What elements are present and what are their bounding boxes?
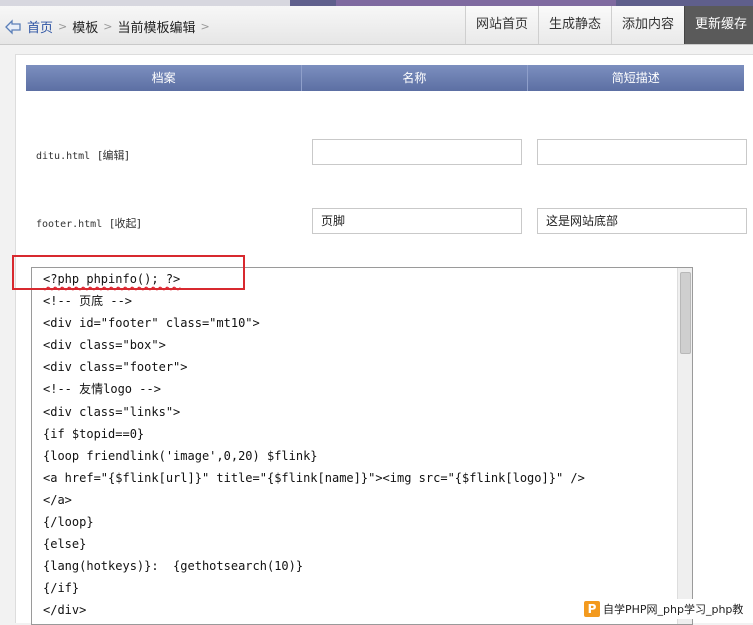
vertical-scrollbar[interactable]: [677, 268, 692, 624]
edit-link[interactable]: [编辑]: [98, 149, 129, 162]
code-line: <!-- 页底 -->: [43, 294, 133, 309]
code-line: {loop friendlink('image',0,20) $flink}: [43, 448, 318, 463]
watermark: P 自学PHP网_php学习_php教: [582, 599, 753, 619]
column-header-file: 档案: [26, 65, 303, 91]
code-line: {/loop}: [43, 515, 94, 530]
column-header-name: 名称: [302, 65, 528, 91]
code-line: </div>: [43, 603, 87, 618]
file-name: footer.html: [36, 219, 103, 230]
breadcrumb: 首页 > 模板 > 当前模板编辑 >: [4, 17, 215, 36]
code-line: {lang(hotkeys)}: {gethotsearch(10)}: [43, 559, 304, 574]
code-line: <div class="links">: [43, 404, 181, 419]
code-line: <a href="{$flink[url]}" title="{$flink[n…: [43, 470, 585, 485]
breadcrumb-separator: >: [58, 20, 68, 33]
description-input[interactable]: 这是网站底部: [537, 208, 747, 234]
table-row-file-label: footer.html [收起]: [36, 215, 141, 231]
template-editor-panel: 档案 名称 简短描述 ditu.html [编辑] footer.html [收起]…: [15, 54, 753, 625]
watermark-text: 自学PHP网_php学习_php教: [603, 603, 744, 616]
code-line: {/if}: [43, 581, 80, 596]
update-cache-button[interactable]: 更新缓存: [683, 6, 753, 44]
nav-button-group: 网站首页 生成静态 添加内容 更新缓存: [464, 6, 753, 44]
code-line: <div class="box">: [43, 338, 166, 353]
name-input[interactable]: 页脚: [312, 208, 522, 234]
site-home-button[interactable]: 网站首页: [464, 6, 538, 44]
file-name: ditu.html: [36, 151, 91, 162]
code-editor-textarea[interactable]: <?php phpinfo(); ?> <!-- 页底 --> <div id=…: [31, 267, 693, 625]
breadcrumb-separator: >: [103, 20, 113, 33]
name-input[interactable]: [312, 139, 522, 165]
code-line: {if $topid==0}: [43, 426, 145, 441]
table-row-file-label: ditu.html [编辑]: [36, 147, 129, 163]
breadcrumb-current: 当前模板编辑: [117, 21, 196, 36]
table-header: 档案 名称 简短描述: [26, 65, 744, 91]
home-arrow-icon: [5, 18, 21, 35]
code-line: {else}: [43, 537, 87, 552]
add-content-button[interactable]: 添加内容: [610, 6, 684, 44]
scrollbar-thumb[interactable]: [680, 272, 691, 354]
watermark-logo-icon: P: [584, 601, 600, 617]
column-header-description: 简短描述: [611, 71, 660, 85]
description-input[interactable]: [537, 139, 747, 165]
collapse-link[interactable]: [收起]: [110, 217, 141, 230]
breadcrumb-template[interactable]: 模板: [72, 17, 98, 36]
code-line: <div id="footer" class="mt10">: [43, 316, 260, 331]
top-navigation-bar: 首页 > 模板 > 当前模板编辑 > 网站首页 生成静态 添加内容 更新缓存: [0, 6, 753, 45]
code-line: <!-- 友情logo -->: [43, 382, 161, 397]
highlight-annotation-box: [12, 255, 245, 290]
breadcrumb-separator: >: [200, 20, 210, 33]
code-content: <?php phpinfo(); ?> <!-- 页底 --> <div id=…: [43, 268, 585, 622]
code-line: <div class="footer">: [43, 360, 188, 375]
generate-static-button[interactable]: 生成静态: [537, 6, 611, 44]
code-line: </a>: [43, 492, 72, 507]
breadcrumb-home-link[interactable]: 首页: [27, 17, 53, 36]
